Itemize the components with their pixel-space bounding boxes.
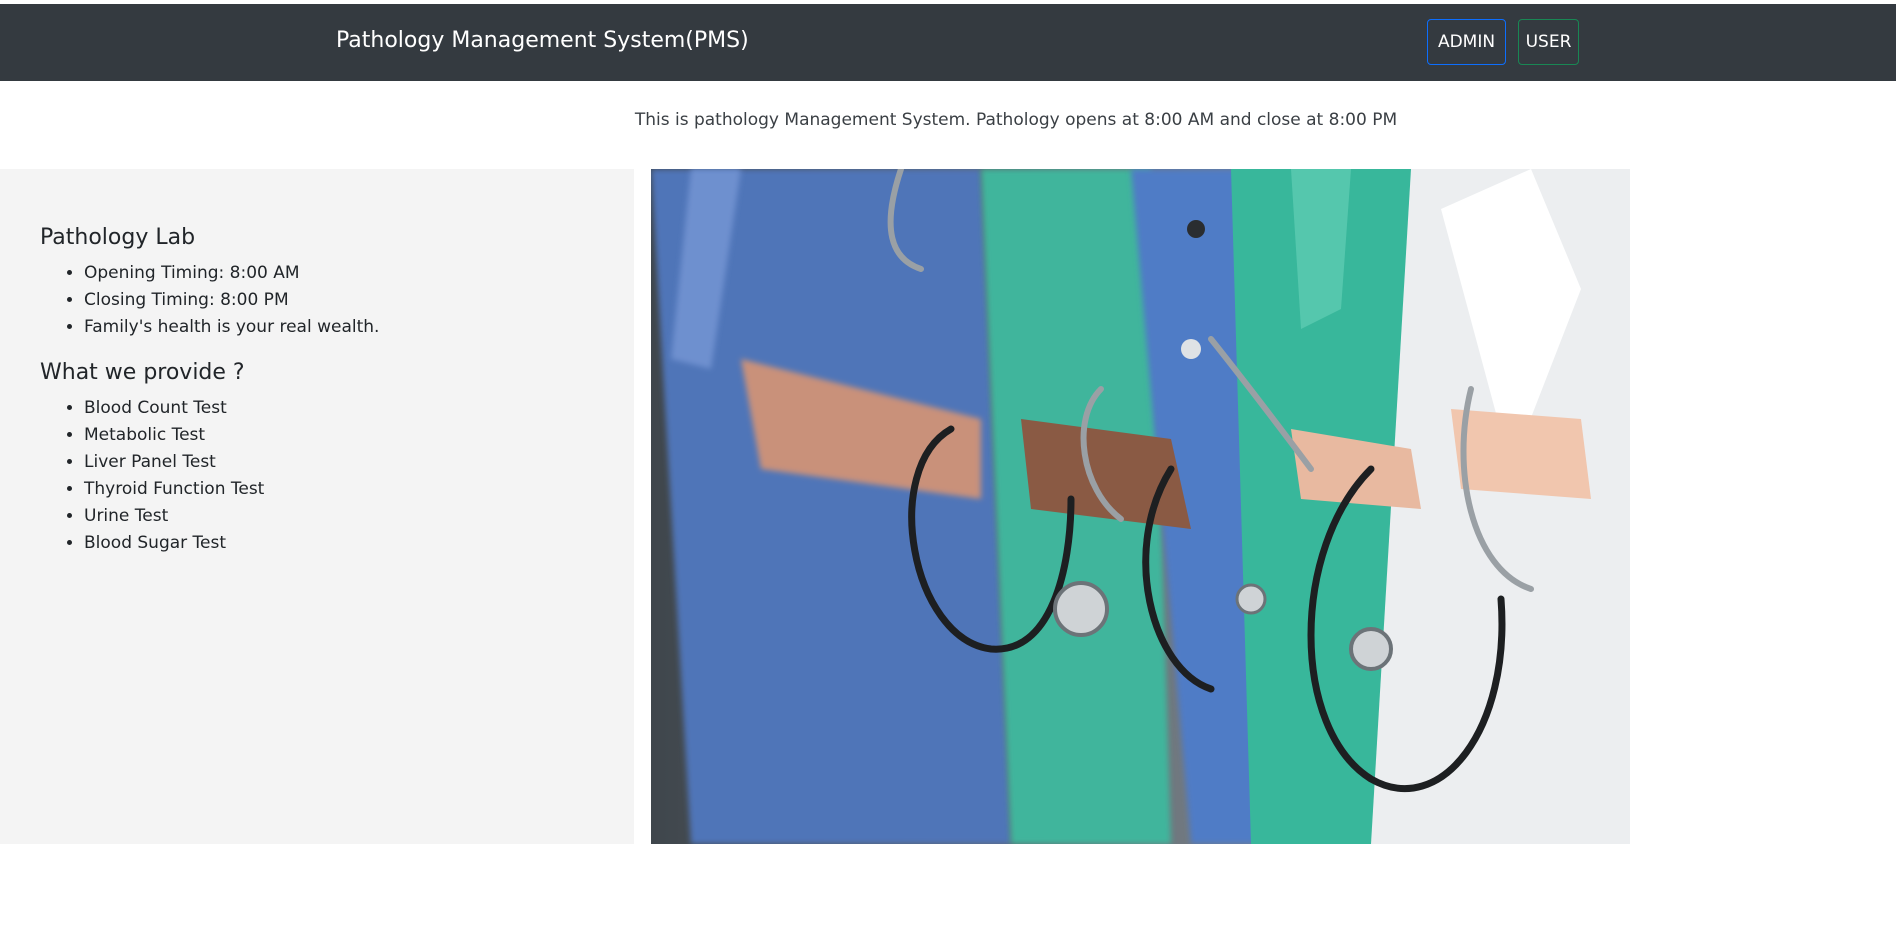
user-button[interactable]: USER <box>1518 19 1579 65</box>
admin-button[interactable]: ADMIN <box>1427 19 1506 65</box>
intro-text: This is pathology Management System. Pat… <box>634 110 1398 130</box>
hero-image <box>651 169 1630 844</box>
list-item: Liver Panel Test <box>84 449 264 476</box>
navbar: Pathology Management System(PMS) ADMIN U… <box>0 4 1896 81</box>
doctors-stethoscope-illustration <box>651 169 1630 844</box>
list-item: Urine Test <box>84 503 264 530</box>
list-item: Metabolic Test <box>84 422 264 449</box>
brand-title[interactable]: Pathology Management System(PMS) <box>336 28 749 53</box>
lab-info-list: Opening Timing: 8:00 AM Closing Timing: … <box>84 260 379 341</box>
services-heading: What we provide ? <box>40 360 245 385</box>
lab-heading: Pathology Lab <box>40 225 196 250</box>
list-item: Opening Timing: 8:00 AM <box>84 260 379 287</box>
list-item: Blood Sugar Test <box>84 530 264 557</box>
list-item: Blood Count Test <box>84 395 264 422</box>
services-list: Blood Count Test Metabolic Test Liver Pa… <box>84 395 264 557</box>
info-panel: Pathology Lab Opening Timing: 8:00 AM Cl… <box>0 169 634 844</box>
list-item: Family's health is your real wealth. <box>84 314 379 341</box>
list-item: Closing Timing: 8:00 PM <box>84 287 379 314</box>
list-item: Thyroid Function Test <box>84 476 264 503</box>
